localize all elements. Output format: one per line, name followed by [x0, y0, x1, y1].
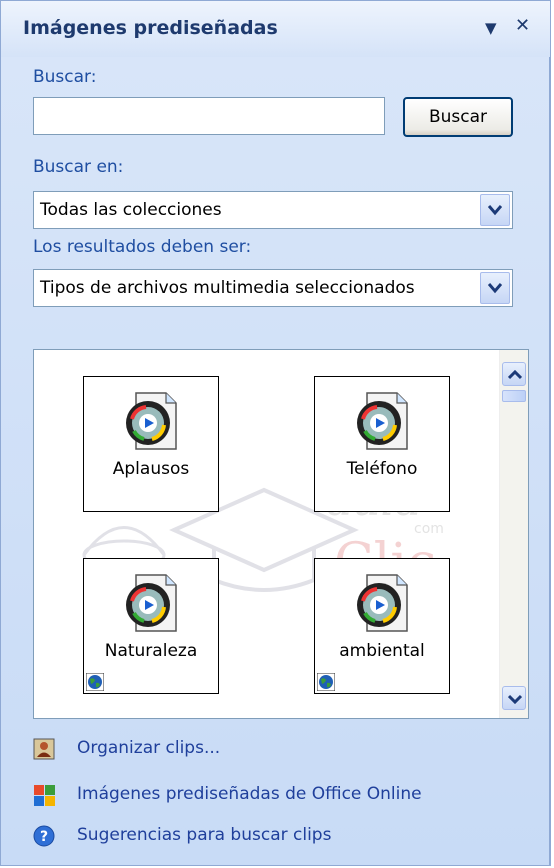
- results-scrollbar[interactable]: [499, 350, 528, 718]
- task-pane-titlebar: Imágenes prediseñadas ▼ ✕: [1, 1, 550, 57]
- search-tips-link[interactable]: ? Sugerencias para buscar clips: [33, 823, 373, 849]
- close-icon[interactable]: ✕: [515, 15, 530, 36]
- clip-item-ambiental[interactable]: ambiental: [314, 558, 450, 694]
- search-in-selected-value: Todas las colecciones: [40, 200, 222, 220]
- clip-item-telefono[interactable]: Teléfono: [314, 376, 450, 512]
- office-online-icon: [34, 785, 55, 806]
- organize-clips-link[interactable]: Organizar clips...: [33, 736, 293, 762]
- search-label: Buscar:: [33, 67, 97, 87]
- clip-item-aplausos[interactable]: Aplausos: [83, 376, 219, 512]
- search-in-select[interactable]: Todas las colecciones: [33, 191, 513, 229]
- clip-label: Aplausos: [112, 459, 190, 479]
- search-in-label: Buscar en:: [33, 157, 124, 177]
- link-label: Imágenes prediseñadas de Office Online: [77, 784, 422, 804]
- results-type-label: Los resultados deben ser:: [33, 237, 252, 257]
- scrollbar-thumb[interactable]: [502, 390, 526, 402]
- media-clip-icon: [126, 392, 177, 450]
- media-clip-icon: [126, 574, 177, 632]
- clip-label: Naturaleza: [104, 641, 198, 661]
- link-label: Sugerencias para buscar clips: [77, 825, 332, 845]
- task-pane-title: Imágenes prediseñadas: [23, 17, 278, 39]
- online-globe-icon: [317, 673, 335, 691]
- pane-menu-dropdown-icon[interactable]: ▼: [485, 19, 497, 37]
- clip-item-naturaleza[interactable]: Naturaleza: [83, 558, 219, 694]
- chevron-down-icon[interactable]: [480, 194, 510, 226]
- media-clip-icon: [357, 392, 408, 450]
- chevron-down-icon[interactable]: [480, 272, 510, 304]
- clip-label: Teléfono: [346, 459, 418, 479]
- clip-art-task-pane: Imágenes prediseñadas ▼ ✕ Buscar: Buscar…: [0, 0, 551, 866]
- clip-label: ambiental: [339, 641, 425, 661]
- office-online-link[interactable]: Imágenes prediseñadas de Office Online: [33, 782, 483, 808]
- scroll-down-icon[interactable]: [502, 686, 526, 710]
- results-type-selected-value: Tipos de archivos multimedia seleccionad…: [40, 278, 415, 298]
- media-clip-icon: [357, 574, 408, 632]
- clip-results-list[interactable]: aula com Clic Aplausos: [33, 349, 529, 719]
- link-label: Organizar clips...: [77, 738, 221, 758]
- organize-clips-icon: [33, 738, 55, 760]
- results-type-select[interactable]: Tipos de archivos multimedia seleccionad…: [33, 269, 513, 307]
- search-button[interactable]: Buscar: [403, 97, 513, 137]
- search-input[interactable]: [33, 97, 385, 135]
- scroll-up-icon[interactable]: [502, 362, 526, 386]
- help-icon: ?: [33, 825, 55, 847]
- svg-text:?: ?: [40, 829, 48, 845]
- online-globe-icon: [86, 673, 104, 691]
